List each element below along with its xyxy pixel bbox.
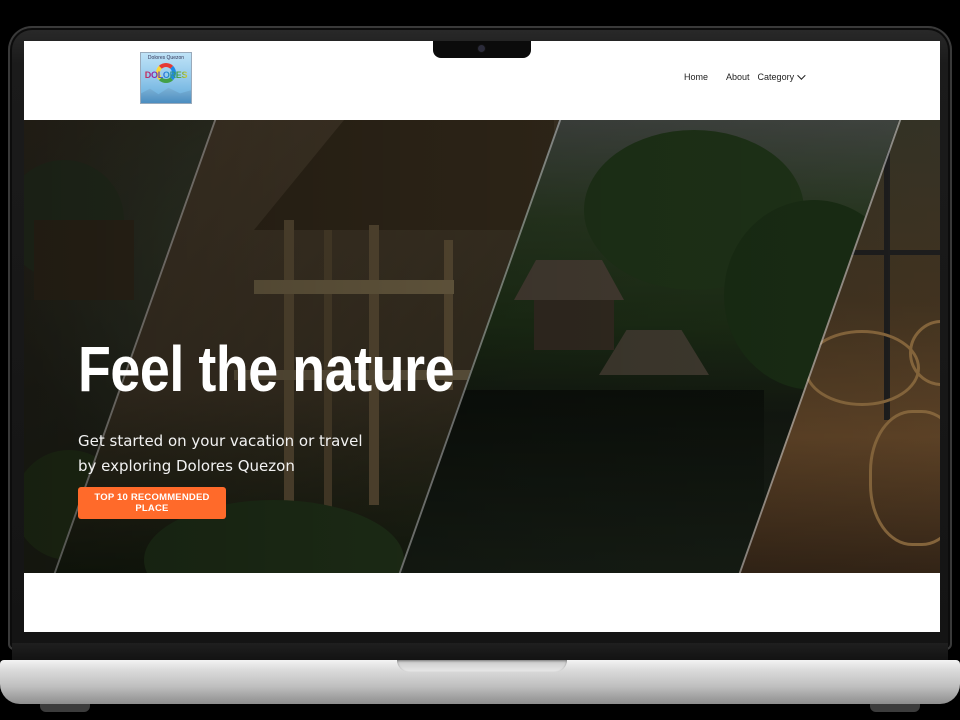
top-10-recommended-button[interactable]: TOP 10 RECOMMENDED PLACE bbox=[78, 487, 226, 519]
hero-section: Feel the nature Get started on your vaca… bbox=[24, 120, 940, 573]
camera-icon bbox=[478, 45, 485, 52]
nav-category-dropdown[interactable]: Category bbox=[757, 71, 806, 82]
hero-title: Feel the nature bbox=[78, 333, 455, 405]
laptop-foot-left bbox=[40, 704, 90, 712]
laptop-base bbox=[0, 660, 960, 704]
camera-notch bbox=[433, 41, 531, 58]
nav-home[interactable]: Home bbox=[684, 72, 708, 82]
logo-wordmark: DOLORES bbox=[142, 70, 190, 80]
chevron-down-icon bbox=[797, 71, 806, 80]
hero-subtitle: Get started on your vacation or travel b… bbox=[78, 432, 363, 475]
logo-top-text: Dolores Quezon bbox=[147, 55, 185, 61]
nav-category-label: Category bbox=[757, 72, 795, 82]
nav-about[interactable]: About bbox=[726, 72, 750, 82]
site-logo[interactable]: Dolores Quezon DOLORES bbox=[140, 52, 192, 104]
laptop-screen: Dolores Quezon DOLORES Home About Catego… bbox=[24, 41, 940, 632]
main-nav: Home About Category bbox=[684, 71, 806, 82]
logo-mountain-graphic bbox=[141, 87, 191, 103]
laptop-base-cutout bbox=[397, 660, 567, 672]
laptop-foot-right bbox=[870, 704, 920, 712]
